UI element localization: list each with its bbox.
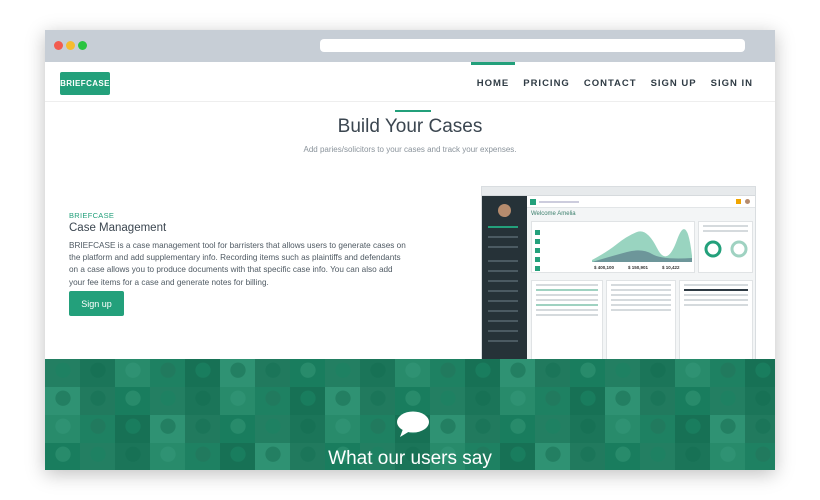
screenshot-text-line — [684, 289, 748, 291]
screenshot-text-line — [611, 304, 671, 306]
hero-section: Build Your Cases Add paries/solicitors t… — [45, 102, 775, 361]
screenshot-text-line — [536, 299, 598, 301]
feature-kicker: BRIEFCASE — [69, 211, 115, 220]
screenshot-text-line — [536, 284, 598, 286]
nav-signup-link[interactable]: SIGN UP — [645, 62, 703, 102]
screenshot-user-icon — [745, 199, 750, 204]
feature-title: Case Management — [69, 222, 167, 234]
dashboard-screenshot: Welcome Amelia $ 400,100 $ 150,901 $ 10,… — [481, 186, 756, 361]
screenshot-nav-line — [488, 300, 518, 302]
hero-title: Build Your Cases — [337, 116, 483, 137]
screenshot-text-line — [611, 299, 671, 301]
screenshot-text-line — [536, 304, 598, 306]
hero-subtitle: Add paries/solicitors to your cases and … — [303, 145, 517, 154]
screenshot-nav-line — [488, 320, 518, 322]
screenshot-text-line — [611, 309, 671, 311]
screenshot-search — [539, 201, 579, 203]
screenshot-header — [527, 196, 755, 208]
screenshot-nav-line — [488, 226, 518, 228]
feature-description: BRIEFCASE is a case management tool for … — [69, 241, 406, 287]
title-accent-bar — [395, 110, 431, 112]
screenshot-nav-line — [488, 260, 518, 262]
nav-pricing-link[interactable]: PRICING — [517, 62, 576, 102]
testimonials-title: What our users say — [328, 448, 492, 469]
address-bar[interactable] — [320, 39, 745, 52]
screenshot-todo-card — [531, 280, 603, 360]
screenshot-nav-line — [488, 340, 518, 342]
screenshot-menu-icon — [530, 199, 536, 205]
screenshot-text-line — [536, 314, 598, 316]
screenshot-text-line — [684, 299, 748, 301]
minimize-window-button[interactable] — [66, 41, 75, 50]
screenshot-nav-line — [488, 330, 518, 332]
screenshot-donut-charts — [704, 240, 748, 258]
screenshot-text-line — [703, 230, 748, 232]
screenshot-overview-card: $ 400,100 $ 150,901 $ 10,422 — [531, 221, 695, 273]
signup-button[interactable]: Sign up — [69, 291, 124, 316]
close-window-button[interactable] — [54, 41, 63, 50]
logo[interactable]: BRIEFCASE — [60, 72, 110, 95]
screenshot-nav-line — [488, 246, 518, 248]
screenshot-nav-line — [488, 310, 518, 312]
screenshot-text-line — [536, 289, 598, 291]
screenshot-feed-card — [606, 280, 676, 360]
screenshot-notification-icon — [736, 199, 741, 204]
nav-menu: HOME PRICING CONTACT SIGN UP SIGN IN — [470, 62, 759, 102]
screenshot-stat-1: $ 400,100 — [594, 265, 615, 270]
nav-home-link[interactable]: HOME — [470, 62, 516, 102]
screenshot-main: Welcome Amelia — [531, 211, 751, 220]
screenshot-text-line — [611, 294, 671, 296]
screenshot-avatar — [498, 204, 511, 217]
screenshot-text-line — [611, 289, 671, 291]
nav-contact-link[interactable]: CONTACT — [578, 62, 643, 102]
screenshot-welcome: Welcome Amelia — [531, 211, 576, 217]
screenshot-browser-bar — [482, 187, 755, 196]
screenshot-nav-line — [488, 236, 518, 238]
screenshot-text-line — [611, 284, 671, 286]
nav-signin-link[interactable]: SIGN IN — [705, 62, 759, 102]
browser-window: BRIEFCASE HOME PRICING CONTACT SIGN UP S… — [45, 30, 775, 470]
screenshot-nav-line — [488, 290, 518, 292]
screenshot-text-line — [684, 304, 748, 306]
maximize-window-button[interactable] — [78, 41, 87, 50]
screenshot-stat-2: $ 150,901 — [628, 265, 649, 270]
top-nav: BRIEFCASE HOME PRICING CONTACT SIGN UP S… — [45, 62, 775, 102]
screenshot-text-line — [536, 294, 598, 296]
screenshot-nav-line — [488, 280, 518, 282]
speech-bubble-icon — [397, 411, 429, 437]
screenshot-meeting-card — [679, 280, 753, 360]
browser-chrome — [45, 30, 775, 62]
screenshot-stat-3: $ 10,422 — [662, 265, 680, 270]
screenshot-text-line — [684, 284, 748, 286]
screenshot-projects-card — [698, 221, 753, 273]
screenshot-nav-line — [488, 270, 518, 272]
screenshot-text-line — [684, 294, 748, 296]
screenshot-text-line — [536, 309, 598, 311]
screenshot-sidebar — [482, 196, 527, 360]
screenshot-text-line — [703, 225, 748, 227]
testimonials-section: What our users say — [45, 359, 775, 470]
